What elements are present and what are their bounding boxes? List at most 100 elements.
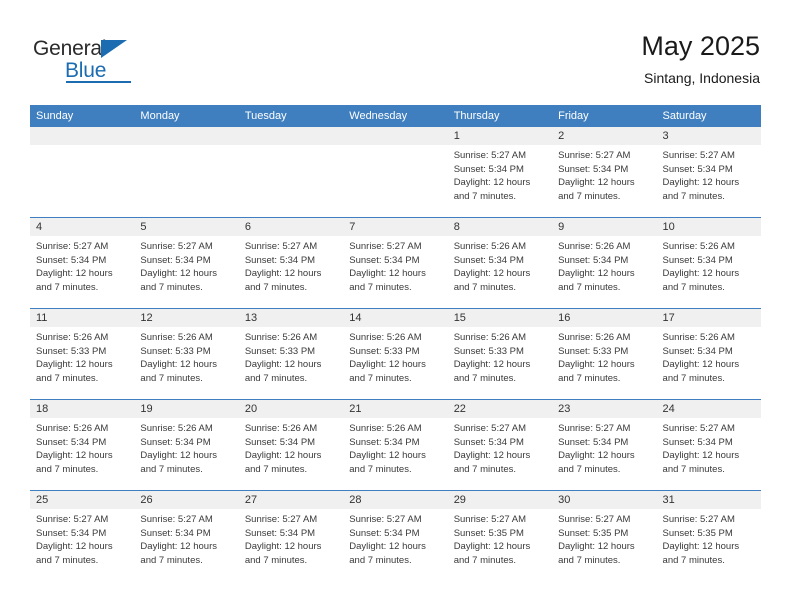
sunset-text: Sunset: 5:34 PM <box>662 254 733 266</box>
calendar-day-cell[interactable]: 21 Sunrise: 5:26 AM Sunset: 5:34 PM Dayligh… <box>343 399 448 491</box>
daylight-text-line1: Daylight: 12 hours <box>662 268 740 279</box>
day-number: 23 <box>552 400 657 418</box>
calendar-day-cell[interactable]: 19 Sunrise: 5:26 AM Sunset: 5:34 PM Dayligh… <box>134 399 239 491</box>
day-details: Sunrise: 5:27 AM Sunset: 5:35 PM Daylight:… <box>448 509 552 567</box>
daylight-text-line1: Daylight: 12 hours <box>558 541 635 552</box>
sunrise-text: Sunrise: 5:27 AM <box>140 241 213 252</box>
calendar-day-cell[interactable]: 30 Sunrise: 5:27 AM Sunset: 5:35 PM Dayligh… <box>552 490 657 581</box>
day-cell-inner: 26 Sunrise: 5:27 AM Sunset: 5:34 PM Dayligh… <box>134 491 239 581</box>
calendar-day-cell[interactable]: 6 Sunrise: 5:27 AM Sunset: 5:34 PM Daylight… <box>238 217 344 309</box>
calendar-day-cell[interactable]: 17 Sunrise: 5:26 AM Sunset: 5:34 PM Dayligh… <box>656 308 761 400</box>
day-details: Sunrise: 5:27 AM Sunset: 5:34 PM Daylight:… <box>657 145 761 203</box>
day-number: 18 <box>30 400 135 418</box>
day-details: Sunrise: 5:26 AM Sunset: 5:33 PM Daylight:… <box>239 327 343 385</box>
daylight-text-line2: and 7 minutes. <box>558 554 621 566</box>
sunrise-text: Sunrise: 5:27 AM <box>36 514 109 525</box>
day-cell-inner: 21 Sunrise: 5:26 AM Sunset: 5:34 PM Dayligh… <box>343 400 448 490</box>
day-number: 29 <box>447 491 553 509</box>
day-number: 22 <box>447 400 553 418</box>
day-details: Sunrise: 5:26 AM Sunset: 5:34 PM Daylight:… <box>30 418 134 476</box>
calendar-day-cell[interactable]: 14 Sunrise: 5:26 AM Sunset: 5:33 PM Dayligh… <box>343 308 448 400</box>
logo-text-general: General <box>33 37 107 60</box>
daylight-text-line2: and 7 minutes. <box>140 463 203 475</box>
sunrise-text: Sunrise: 5:26 AM <box>36 332 109 343</box>
calendar-day-cell[interactable]: 25 Sunrise: 5:27 AM Sunset: 5:34 PM Dayligh… <box>30 490 135 581</box>
daylight-text-line2: and 7 minutes. <box>453 372 517 384</box>
sunset-text: Sunset: 5:34 PM <box>662 436 733 448</box>
day-cell-inner: 13 Sunrise: 5:26 AM Sunset: 5:33 PM Dayligh… <box>238 309 344 399</box>
weekday-header-sunday: Sunday <box>30 105 135 127</box>
calendar-day-cell[interactable]: 31 Sunrise: 5:27 AM Sunset: 5:35 PM Dayligh… <box>656 490 761 581</box>
calendar-day-cell[interactable]: 10 Sunrise: 5:26 AM Sunset: 5:34 PM Dayligh… <box>656 217 761 309</box>
calendar-day-cell[interactable]: 15 Sunrise: 5:26 AM Sunset: 5:33 PM Dayligh… <box>447 308 553 400</box>
calendar-day-cell[interactable]: 13 Sunrise: 5:26 AM Sunset: 5:33 PM Dayligh… <box>238 308 344 400</box>
logo-underline <box>66 81 131 83</box>
sunrise-text: Sunrise: 5:27 AM <box>558 150 631 161</box>
daylight-text-line1: Daylight: 12 hours <box>349 359 426 370</box>
daylight-text-line1: Daylight: 12 hours <box>662 450 740 461</box>
day-details: Sunrise: 5:27 AM Sunset: 5:34 PM Daylight:… <box>134 509 238 567</box>
sunset-text: Sunset: 5:34 PM <box>453 163 524 175</box>
daylight-text-line1: Daylight: 12 hours <box>36 450 113 461</box>
daylight-text-line1: Daylight: 12 hours <box>453 268 531 279</box>
day-cell-inner: 19 Sunrise: 5:26 AM Sunset: 5:34 PM Dayligh… <box>134 400 239 490</box>
day-number: 14 <box>343 309 448 327</box>
calendar-day-cell-empty <box>343 127 448 218</box>
day-cell-inner <box>134 127 239 217</box>
calendar-day-cell[interactable]: 28 Sunrise: 5:27 AM Sunset: 5:34 PM Dayligh… <box>343 490 448 581</box>
calendar-day-cell[interactable]: 5 Sunrise: 5:27 AM Sunset: 5:34 PM Daylight… <box>134 217 239 309</box>
calendar-day-cell[interactable]: 22 Sunrise: 5:27 AM Sunset: 5:34 PM Dayligh… <box>447 399 553 491</box>
day-cell-inner: 20 Sunrise: 5:26 AM Sunset: 5:34 PM Dayligh… <box>238 400 344 490</box>
calendar-day-cell[interactable]: 27 Sunrise: 5:27 AM Sunset: 5:34 PM Dayligh… <box>238 490 344 581</box>
day-number: 15 <box>447 309 553 327</box>
day-number: 19 <box>134 400 239 418</box>
daylight-text-line2: and 7 minutes. <box>453 554 517 566</box>
calendar-day-cell[interactable]: 11 Sunrise: 5:26 AM Sunset: 5:33 PM Dayligh… <box>30 308 135 400</box>
day-number <box>343 127 448 145</box>
daylight-text-line2: and 7 minutes. <box>244 554 308 566</box>
day-details: Sunrise: 5:27 AM Sunset: 5:34 PM Daylight:… <box>343 236 447 294</box>
calendar-day-cell[interactable]: 4 Sunrise: 5:27 AM Sunset: 5:34 PM Daylight… <box>30 217 135 309</box>
daylight-text-line1: Daylight: 12 hours <box>244 541 322 552</box>
sunset-text: Sunset: 5:34 PM <box>558 436 629 448</box>
calendar-day-cell[interactable]: 2 Sunrise: 5:27 AM Sunset: 5:34 PM Daylight… <box>552 127 657 218</box>
daylight-text-line2: and 7 minutes. <box>244 281 308 293</box>
sunrise-text: Sunrise: 5:27 AM <box>662 150 735 161</box>
day-details: Sunrise: 5:27 AM Sunset: 5:34 PM Daylight:… <box>239 509 343 567</box>
day-number: 13 <box>238 309 344 327</box>
daylight-text-line1: Daylight: 12 hours <box>36 268 113 279</box>
calendar-day-cell[interactable]: 7 Sunrise: 5:27 AM Sunset: 5:34 PM Daylight… <box>343 217 448 309</box>
calendar-day-cell[interactable]: 18 Sunrise: 5:26 AM Sunset: 5:34 PM Dayligh… <box>30 399 135 491</box>
calendar-day-cell[interactable]: 20 Sunrise: 5:26 AM Sunset: 5:34 PM Dayligh… <box>238 399 344 491</box>
daylight-text-line2: and 7 minutes. <box>349 372 412 384</box>
daylight-text-line2: and 7 minutes. <box>36 281 99 293</box>
calendar-day-cell[interactable]: 3 Sunrise: 5:27 AM Sunset: 5:34 PM Daylight… <box>656 127 761 218</box>
weekday-header-thursday: Thursday <box>447 105 553 127</box>
sunrise-text: Sunrise: 5:26 AM <box>140 332 213 343</box>
day-number: 20 <box>238 400 344 418</box>
calendar-day-cell-empty <box>30 127 135 218</box>
daylight-text-line2: and 7 minutes. <box>36 372 99 384</box>
day-number: 7 <box>343 218 448 236</box>
daylight-text-line2: and 7 minutes. <box>662 463 725 475</box>
weekday-header-friday: Friday <box>552 105 657 127</box>
day-cell-inner: 15 Sunrise: 5:26 AM Sunset: 5:33 PM Dayligh… <box>447 309 553 399</box>
calendar-day-cell[interactable]: 24 Sunrise: 5:27 AM Sunset: 5:34 PM Dayligh… <box>656 399 761 491</box>
calendar-day-cell[interactable]: 26 Sunrise: 5:27 AM Sunset: 5:34 PM Dayligh… <box>134 490 239 581</box>
calendar-day-cell[interactable]: 8 Sunrise: 5:26 AM Sunset: 5:34 PM Daylight… <box>447 217 553 309</box>
day-details: Sunrise: 5:26 AM Sunset: 5:33 PM Daylight:… <box>343 327 447 385</box>
calendar-day-cell[interactable]: 29 Sunrise: 5:27 AM Sunset: 5:35 PM Dayligh… <box>447 490 553 581</box>
day-details: Sunrise: 5:27 AM Sunset: 5:34 PM Daylight:… <box>30 509 134 567</box>
day-cell-inner: 14 Sunrise: 5:26 AM Sunset: 5:33 PM Dayligh… <box>343 309 448 399</box>
calendar-day-cell[interactable]: 12 Sunrise: 5:26 AM Sunset: 5:33 PM Dayligh… <box>134 308 239 400</box>
day-cell-inner: 1 Sunrise: 5:27 AM Sunset: 5:34 PM Daylight… <box>447 127 553 217</box>
calendar-day-cell[interactable]: 16 Sunrise: 5:26 AM Sunset: 5:33 PM Dayligh… <box>552 308 657 400</box>
day-details: Sunrise: 5:27 AM Sunset: 5:35 PM Daylight:… <box>552 509 656 567</box>
sunset-text: Sunset: 5:34 PM <box>453 436 524 448</box>
calendar-day-cell[interactable]: 9 Sunrise: 5:26 AM Sunset: 5:34 PM Daylight… <box>552 217 657 309</box>
daylight-text-line2: and 7 minutes. <box>244 372 308 384</box>
calendar-day-cell[interactable]: 23 Sunrise: 5:27 AM Sunset: 5:34 PM Dayligh… <box>552 399 657 491</box>
calendar-day-cell[interactable]: 1 Sunrise: 5:27 AM Sunset: 5:34 PM Daylight… <box>447 127 553 218</box>
day-number: 28 <box>343 491 448 509</box>
day-cell-inner: 23 Sunrise: 5:27 AM Sunset: 5:34 PM Dayligh… <box>552 400 657 490</box>
